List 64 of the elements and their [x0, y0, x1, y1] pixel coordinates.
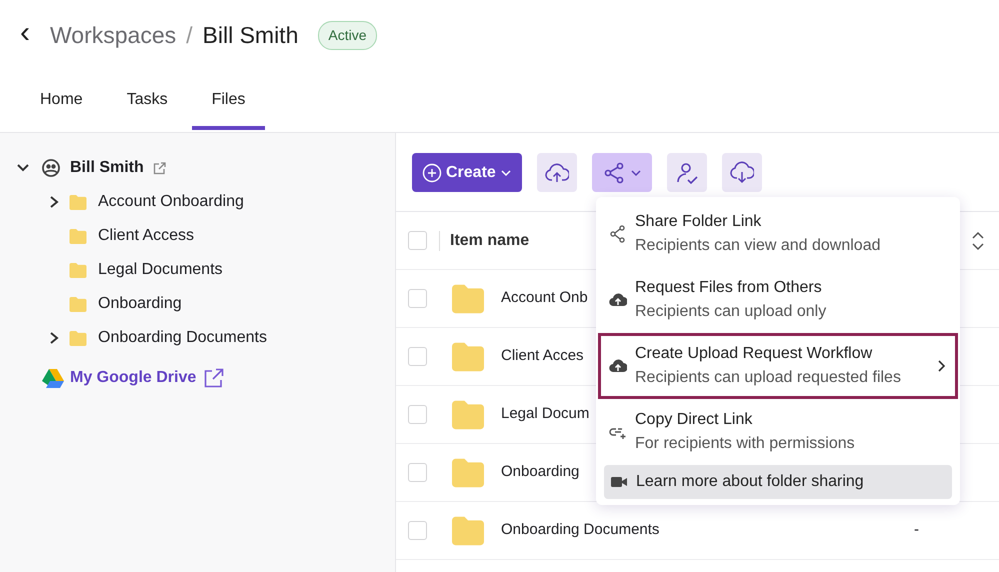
assign-button[interactable]: [666, 153, 707, 192]
chevron-right-icon: [937, 359, 947, 373]
tree-item[interactable]: Legal Documents: [98, 258, 223, 282]
status-badge: Active: [318, 20, 376, 50]
folder-icon: [449, 456, 487, 488]
plus-circle-icon: [422, 162, 442, 182]
menu-item-subtitle: For recipients with permissions: [635, 434, 856, 454]
folder-icon: [449, 282, 487, 314]
menu-item-title: Create Upload Request Workflow: [635, 344, 874, 364]
menu-item[interactable]: Copy Direct Link For recipients with permissions: [598, 399, 958, 465]
breadcrumb-link[interactable]: Workspaces: [50, 18, 176, 52]
menu-item[interactable]: Learn more about folder sharing: [604, 465, 952, 499]
checkbox[interactable]: [408, 347, 427, 366]
folder-icon: [68, 194, 88, 210]
upload-cloud-icon: [609, 357, 627, 375]
checkbox[interactable]: [408, 289, 427, 308]
share-button[interactable]: [592, 153, 652, 192]
menu-item-title: Copy Direct Link: [635, 410, 754, 430]
table-cell-text: -: [914, 520, 919, 540]
back-button[interactable]: ‹: [20, 18, 40, 52]
checkbox[interactable]: [408, 521, 427, 540]
folder-icon: [68, 262, 88, 278]
tree-item[interactable]: Bill Smith: [70, 156, 144, 180]
drive-icon: [42, 368, 64, 388]
breadcrumb-separator: /: [186, 20, 193, 50]
folder-icon: [68, 296, 88, 312]
menu-item-title: Share Folder Link: [635, 212, 762, 232]
checkbox[interactable]: [408, 405, 427, 424]
share-icon: [602, 160, 626, 184]
folder-icon: [68, 330, 88, 346]
checkbox[interactable]: [408, 463, 427, 482]
drive-link[interactable]: My Google Drive: [70, 366, 196, 390]
file-name[interactable]: Onboarding Documents: [501, 519, 914, 542]
folder-icon: [449, 514, 487, 546]
upload-button[interactable]: [536, 153, 577, 192]
upload-cloud-icon: [609, 291, 627, 309]
share-icon: [609, 225, 627, 243]
folder-icon: [68, 228, 88, 244]
tree-item[interactable]: Onboarding Documents: [98, 326, 267, 350]
menu-item-subtitle: Recipients can upload requested files: [635, 368, 902, 388]
tree-item[interactable]: Onboarding: [98, 292, 182, 316]
menu-item[interactable]: Create Upload Request Workflow Recipients can upload requested files: [598, 333, 958, 399]
tree-item[interactable]: Client Access: [98, 224, 194, 248]
menu-item-subtitle: Recipients can view and download: [635, 236, 882, 256]
menu-item-title: Request Files from Others: [635, 278, 823, 298]
menu-item-subtitle: Recipients can upload only: [635, 302, 828, 322]
upload-cloud-icon: [544, 160, 569, 184]
tab[interactable]: Home: [20, 74, 103, 130]
page-title: Bill Smith: [202, 20, 298, 50]
menu-item[interactable]: Share Folder Link Recipients can view and download: [598, 201, 958, 267]
menu-item-title: Learn more about folder sharing: [636, 472, 865, 492]
tree-item[interactable]: Account Onboarding: [98, 190, 244, 214]
checkbox[interactable]: [408, 231, 427, 250]
download-cloud-icon: [730, 160, 754, 184]
person-approval-icon: [674, 160, 699, 184]
download-button[interactable]: [722, 153, 762, 192]
sort-icon: [971, 230, 985, 250]
create-button[interactable]: Create: [412, 153, 522, 192]
external-link-icon: [204, 368, 224, 388]
folder-icon: [449, 398, 487, 430]
folder-icon: [449, 340, 487, 372]
tab[interactable]: Tasks: [106, 74, 188, 130]
external-link-icon: [152, 162, 166, 174]
menu-item[interactable]: Request Files from Others Recipients can upload only: [598, 267, 958, 333]
